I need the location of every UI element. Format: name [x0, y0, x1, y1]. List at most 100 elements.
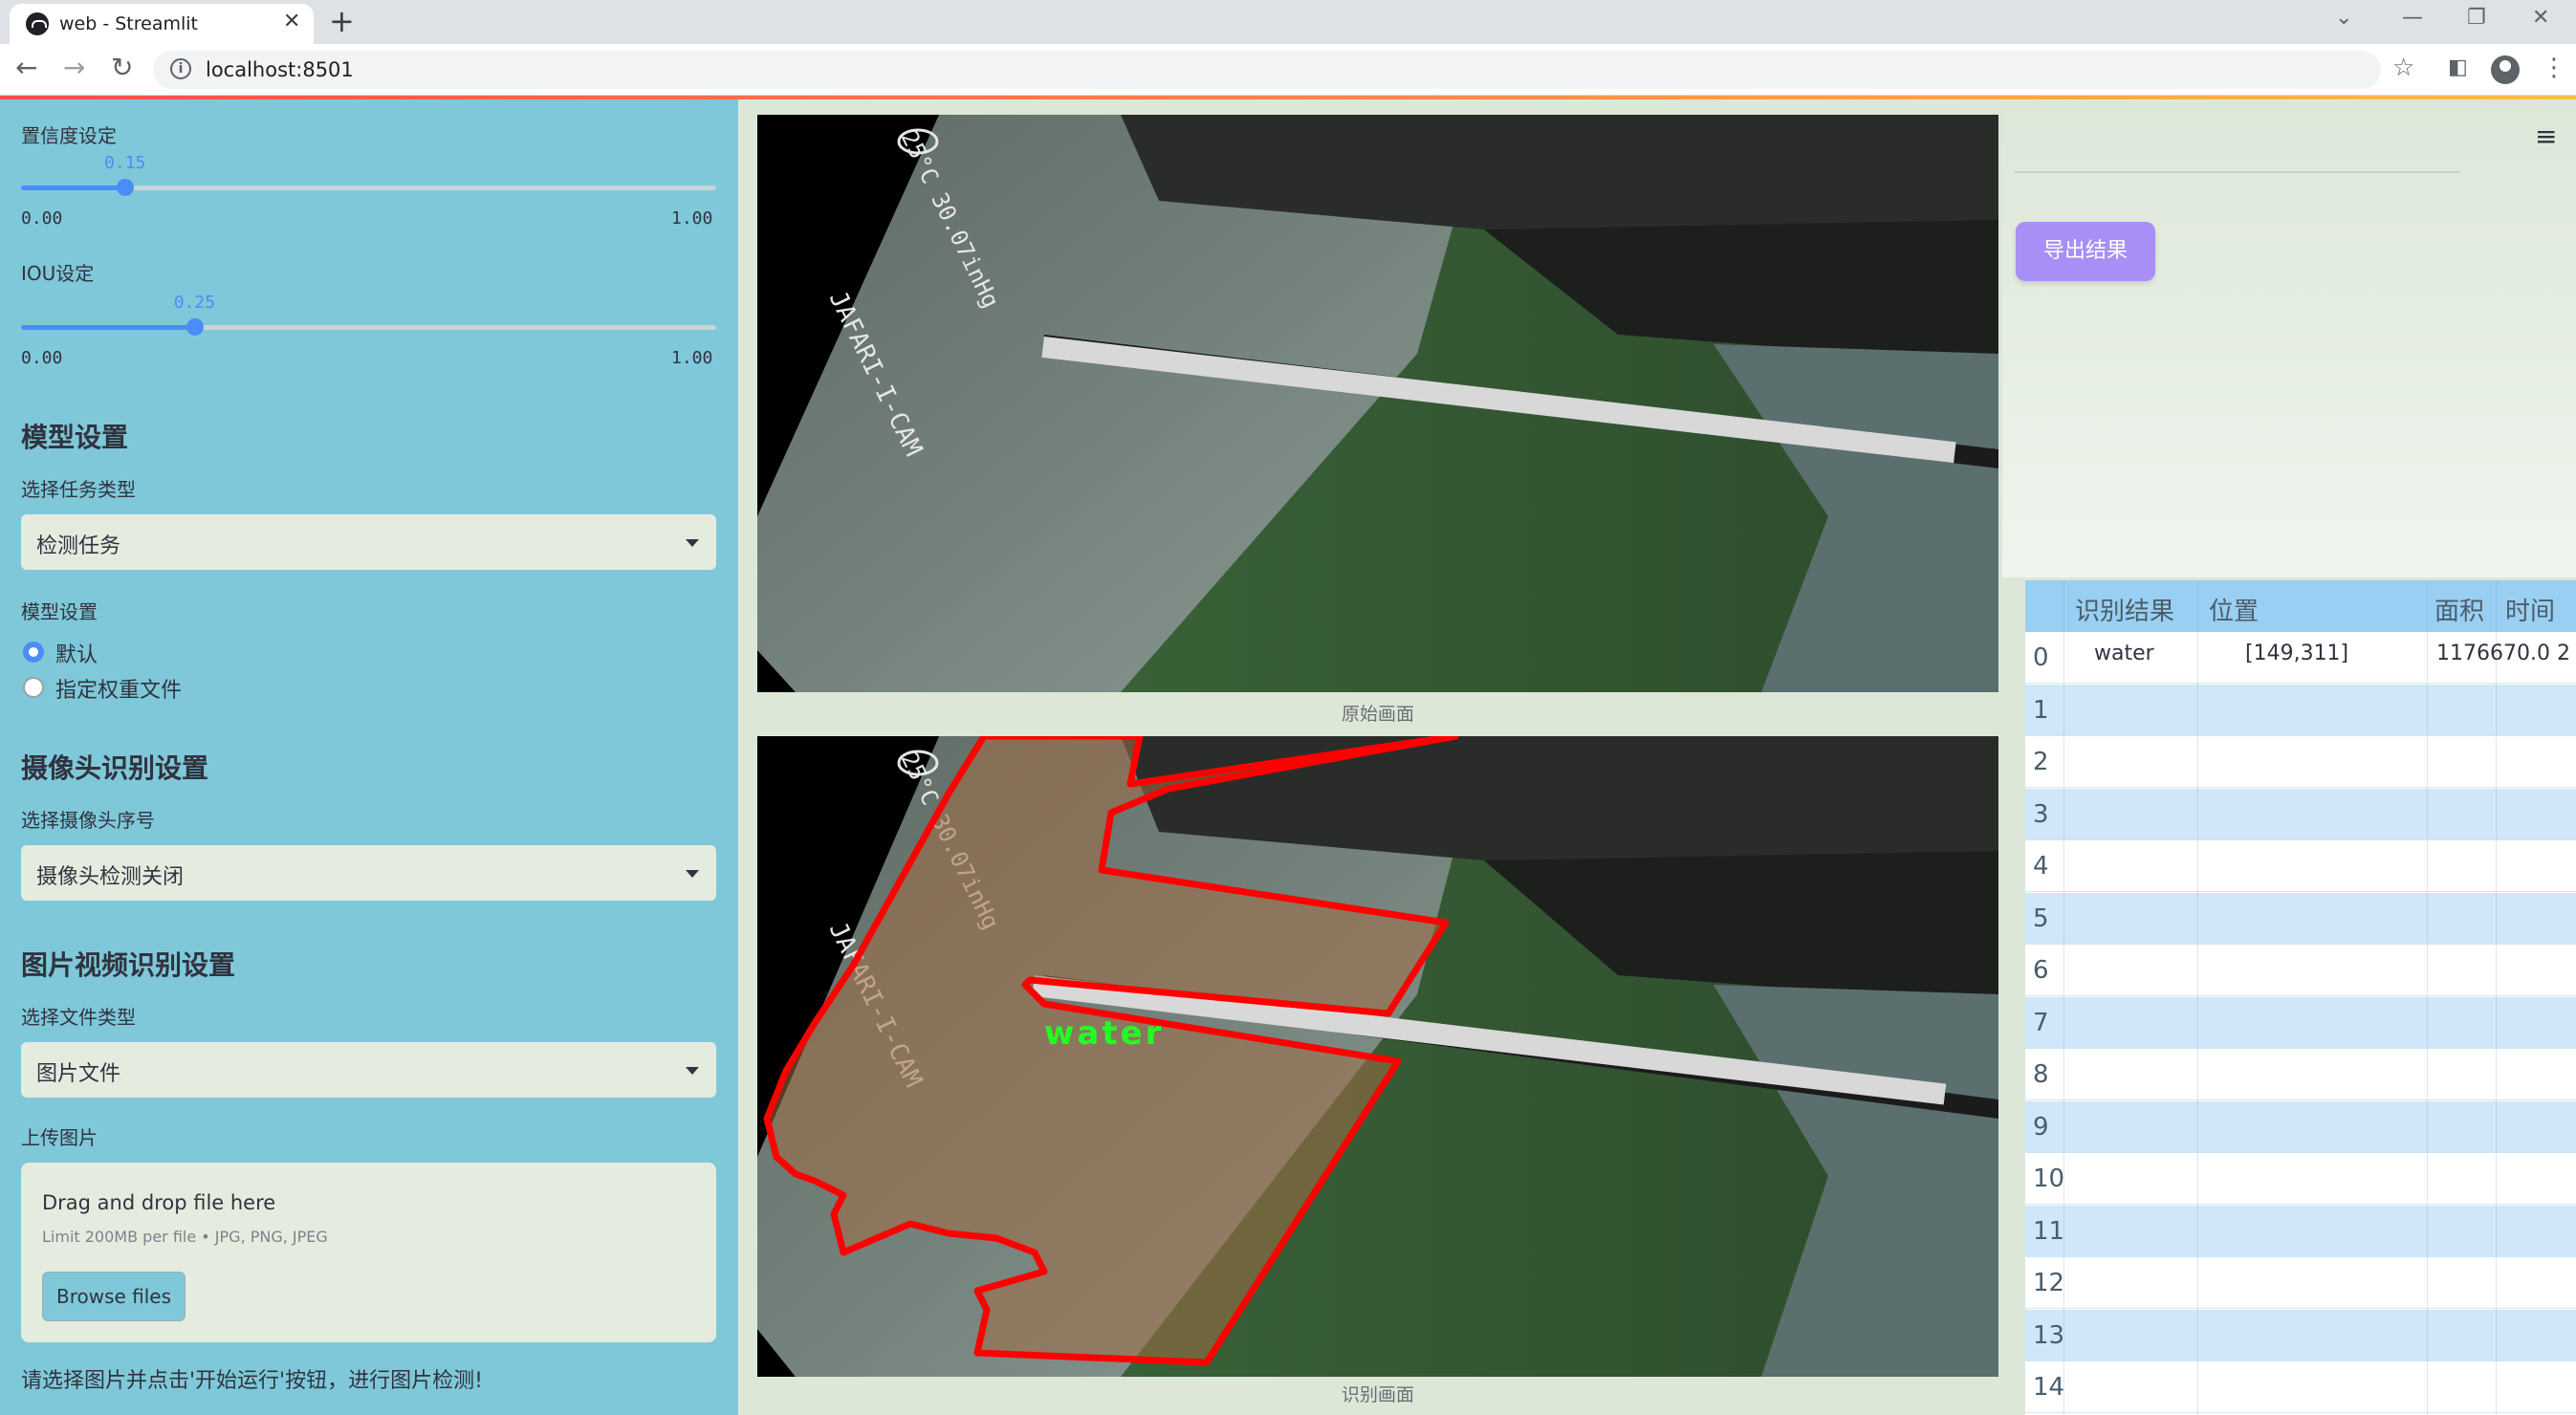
iou-slider-thumb[interactable]: [186, 318, 204, 336]
radio-custom-weights[interactable]: [23, 677, 44, 698]
task-type-select[interactable]: 检测任务: [21, 514, 716, 570]
table-row[interactable]: 8: [2025, 1049, 2576, 1100]
confidence-slider-thumb[interactable]: [117, 179, 135, 196]
file-dropzone[interactable]: Drag and drop file here Limit 200MB per …: [21, 1163, 716, 1342]
result-caption: 识别画面: [1341, 1384, 1414, 1405]
star-icon[interactable]: ☆: [2392, 54, 2414, 82]
table-row[interactable]: 0 water [149,311] 1176670.0 2: [2025, 632, 2576, 684]
dropdown-arrow-icon: [686, 1067, 699, 1075]
url-omnibox[interactable]: i localhost:8501: [153, 51, 2381, 89]
iou-max: 1.00: [671, 348, 713, 368]
sidebar: 置信度设定 0.15 0.00 1.00 IOU设定 0.25 0.00 1.0…: [0, 99, 738, 1415]
model-settings-heading: 模型设置: [21, 422, 129, 453]
column-separator: [2427, 580, 2428, 1415]
row-index: 5: [2033, 903, 2049, 933]
confidence-max: 1.00: [671, 208, 713, 229]
table-row[interactable]: 9: [2025, 1100, 2576, 1153]
header-time[interactable]: 时间: [2505, 592, 2555, 627]
task-type-label: 选择任务类型: [21, 478, 136, 501]
task-type-value: 检测任务: [36, 534, 121, 558]
radio-default-label[interactable]: 默认: [55, 638, 98, 668]
profile-icon[interactable]: [2491, 55, 2520, 84]
table-row[interactable]: 5: [2025, 892, 2576, 945]
new-tab-button[interactable]: +: [329, 3, 355, 39]
dropdown-arrow-icon: [686, 870, 699, 878]
model-settings-label: 模型设置: [21, 600, 98, 623]
table-header: 识别结果 位置 面积 时间: [2025, 580, 2576, 632]
dropdown-arrow-icon: [686, 539, 699, 547]
confidence-slider[interactable]: 0.15: [21, 153, 716, 196]
iou-value: 0.25: [173, 293, 216, 313]
main-area: ≡ 25°C 30.07inHg JAFARI-I-CAM 原始画面 water…: [738, 99, 2576, 1415]
info-icon[interactable]: i: [170, 58, 191, 79]
results-table[interactable]: 识别结果 位置 面积 时间 0 water [149,311] 1176670.0 2 1…: [2025, 580, 2576, 1415]
iou-min: 0.00: [21, 348, 63, 368]
upload-label: 上传图片: [21, 1126, 98, 1149]
table-row[interactable]: 1: [2025, 684, 2576, 736]
table-row[interactable]: 14: [2025, 1361, 2576, 1413]
instruction-text: 请选择图片并点击'开始运行'按钮，进行图片检测!: [21, 1369, 483, 1393]
url-text[interactable]: localhost:8501: [206, 58, 354, 81]
table-row[interactable]: 3: [2025, 788, 2576, 840]
header-area[interactable]: 面积: [2434, 592, 2484, 627]
column-separator: [2197, 580, 2198, 1415]
browser-tab-bar: web - Streamlit ✕ + ⌄ — ❐ ✕: [0, 0, 2576, 44]
original-caption: 原始画面: [1341, 704, 1414, 725]
tab-close-icon[interactable]: ✕: [283, 10, 300, 33]
header-position[interactable]: 位置: [2209, 592, 2259, 627]
reload-icon[interactable]: ↻: [111, 52, 133, 83]
column-separator: [2063, 580, 2064, 1415]
table-row[interactable]: 10: [2025, 1153, 2576, 1205]
column-separator: [2496, 580, 2497, 1415]
detection-label: water: [1044, 1014, 1164, 1053]
table-row[interactable]: 4: [2025, 840, 2576, 892]
camera-index-label: 选择摄像头序号: [21, 809, 155, 832]
row-index: 6: [2033, 956, 2049, 985]
table-row[interactable]: 11: [2025, 1205, 2576, 1257]
browser-tab[interactable]: web - Streamlit ✕: [10, 4, 314, 44]
row-index: 3: [2033, 799, 2049, 829]
window-close-icon[interactable]: ✕: [2532, 6, 2549, 30]
result-image: 25°C 30.07inHg JAFARI-I-CAM water: [757, 736, 1998, 1377]
tab-search-icon[interactable]: ⌄: [2335, 6, 2352, 30]
row-index: 12: [2033, 1269, 2065, 1297]
camera-index-select[interactable]: 摄像头检测关闭: [21, 845, 716, 901]
export-results-button[interactable]: 导出结果: [2016, 222, 2155, 281]
row-index: 14: [2033, 1373, 2065, 1402]
browse-files-button[interactable]: Browse files: [42, 1272, 186, 1321]
iou-slider[interactable]: 0.25: [21, 293, 716, 336]
back-arrow-icon[interactable]: ←: [15, 52, 37, 83]
divider: [2015, 171, 2460, 173]
confidence-label: 置信度设定: [21, 124, 117, 147]
confidence-value: 0.15: [104, 153, 146, 173]
camera-settings-heading: 摄像头识别设置: [21, 752, 209, 784]
media-settings-heading: 图片视频识别设置: [21, 949, 236, 981]
minimize-icon[interactable]: —: [2402, 6, 2423, 30]
forward-arrow-icon[interactable]: →: [63, 52, 85, 83]
table-row[interactable]: 7: [2025, 996, 2576, 1049]
file-type-select[interactable]: 图片文件: [21, 1042, 716, 1098]
side-panel-icon[interactable]: ◧: [2448, 55, 2468, 79]
confidence-slider-fill: [21, 185, 126, 190]
result-image-scene: 25°C 30.07inHg JAFARI-I-CAM water: [757, 736, 1998, 1377]
tab-title: web - Streamlit: [59, 13, 198, 34]
table-row[interactable]: 6: [2025, 945, 2576, 996]
cell-time: 2: [2557, 642, 2570, 665]
table-row[interactable]: 13: [2025, 1309, 2576, 1361]
radio-custom-weights-label[interactable]: 指定权重文件: [55, 673, 182, 704]
menu-dots-icon[interactable]: ⋮: [2542, 54, 2566, 82]
table-row[interactable]: 12: [2025, 1257, 2576, 1309]
iou-slider-fill: [21, 325, 195, 330]
restore-icon[interactable]: ❐: [2467, 6, 2486, 30]
dropzone-title: Drag and drop file here: [42, 1191, 276, 1214]
row-index: 13: [2033, 1320, 2065, 1350]
address-bar: ← → ↻ i localhost:8501 ☆ ◧ ⋮: [0, 44, 2576, 96]
cell-position: [149,311]: [2245, 642, 2349, 665]
radio-default[interactable]: [23, 642, 44, 663]
table-row[interactable]: 2: [2025, 736, 2576, 788]
row-index: 4: [2033, 852, 2049, 881]
streamlit-favicon-icon: [26, 12, 49, 35]
header-result[interactable]: 识别结果: [2075, 592, 2174, 627]
hamburger-menu-icon[interactable]: ≡: [2535, 120, 2557, 152]
file-type-label: 选择文件类型: [21, 1006, 136, 1029]
